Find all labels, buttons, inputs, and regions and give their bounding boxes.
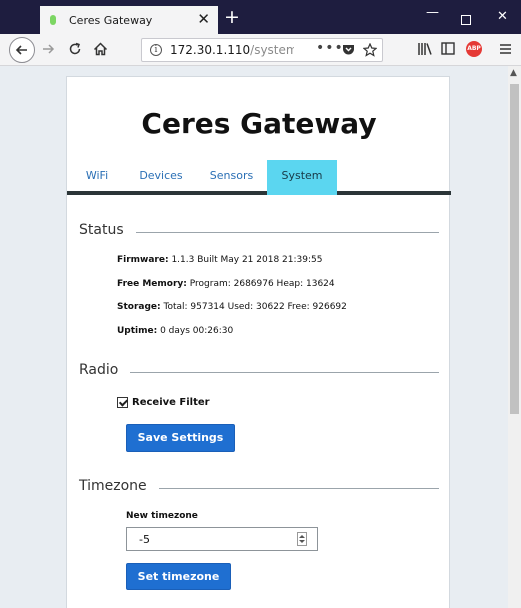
scroll-up-icon[interactable]: ▲ xyxy=(510,68,517,78)
memory-info: Free Memory: Program: 2686976 Heap: 1362… xyxy=(117,279,335,289)
spin-up-icon[interactable] xyxy=(299,535,305,538)
timezone-section: Timezone xyxy=(79,478,439,498)
browser-tab-title: Ceres Gateway xyxy=(69,13,153,27)
radio-section-title: Radio xyxy=(79,362,131,378)
firmware-label: Firmware: xyxy=(117,255,169,265)
status-section-title: Status xyxy=(79,222,136,238)
close-tab-icon[interactable]: ✕ xyxy=(197,10,210,28)
receive-filter-label: Receive Filter xyxy=(132,397,210,408)
maximize-window-icon[interactable] xyxy=(461,15,471,25)
uptime-value: 0 days 00:26:30 xyxy=(157,326,234,336)
home-icon[interactable] xyxy=(93,42,108,56)
page-title: Ceres Gateway xyxy=(141,107,377,140)
tab-wifi[interactable]: WiFi xyxy=(77,160,117,195)
new-tab-icon[interactable]: + xyxy=(224,8,240,27)
uptime-label: Uptime: xyxy=(117,326,158,336)
uptime-info: Uptime: 0 days 00:26:30 xyxy=(117,326,233,336)
browser-tab[interactable]: Ceres Gateway ✕ xyxy=(40,6,218,34)
forward-arrow-icon[interactable] xyxy=(41,42,55,56)
save-settings-button[interactable]: Save Settings xyxy=(126,424,235,452)
receive-filter-checkbox[interactable] xyxy=(117,397,128,408)
memory-label: Free Memory: xyxy=(117,279,187,289)
tab-sensors[interactable]: Sensors xyxy=(208,160,255,195)
radio-section: Radio xyxy=(79,362,439,382)
page-tab-bar: WiFi Devices Sensors System xyxy=(67,160,451,195)
set-timezone-button[interactable]: Set timezone xyxy=(126,563,231,590)
tab-system[interactable]: System xyxy=(267,160,337,195)
favicon-icon xyxy=(50,15,56,25)
tab-devices[interactable]: Devices xyxy=(137,160,185,195)
vertical-scrollbar[interactable]: ▲ xyxy=(508,66,521,608)
hamburger-menu-icon[interactable] xyxy=(499,43,512,55)
number-spinner-icon[interactable] xyxy=(297,532,307,546)
page-actions-icon[interactable]: ••• xyxy=(316,40,344,56)
url-path: /system.htm xyxy=(250,43,294,57)
reload-icon[interactable] xyxy=(68,42,82,56)
close-window-icon[interactable]: ✕ xyxy=(497,10,508,24)
timezone-section-header: Timezone xyxy=(79,478,439,498)
status-section: Status xyxy=(79,222,439,242)
page-viewport: Ceres Gateway WiFi Devices Sensors Syste… xyxy=(0,66,508,608)
address-bar[interactable]: i 172.30.1.110/system.htm ••• xyxy=(141,38,383,62)
pocket-icon[interactable] xyxy=(342,44,355,56)
browser-tab-bar: Ceres Gateway ✕ + — ✕ xyxy=(0,0,521,34)
radio-section-header: Radio xyxy=(79,362,439,382)
firmware-value: 1.1.3 Built May 21 2018 21:39:55 xyxy=(168,255,323,265)
gateway-card: Ceres Gateway WiFi Devices Sensors Syste… xyxy=(66,76,451,608)
storage-value: Total: 957314 Used: 30622 Free: 926692 xyxy=(160,302,347,312)
firmware-info: Firmware: 1.1.3 Built May 21 2018 21:39:… xyxy=(117,255,322,265)
storage-label: Storage: xyxy=(117,302,161,312)
adblock-icon[interactable]: ABP xyxy=(466,41,482,57)
spin-down-icon[interactable] xyxy=(299,540,305,543)
storage-info: Storage: Total: 957314 Used: 30622 Free:… xyxy=(117,302,347,312)
minimize-window-icon[interactable]: — xyxy=(426,6,439,20)
memory-value: Program: 2686976 Heap: 13624 xyxy=(186,279,335,289)
site-info-icon[interactable]: i xyxy=(150,44,162,56)
status-section-header: Status xyxy=(79,222,439,242)
timezone-value: -5 xyxy=(139,533,150,546)
sidebar-icon[interactable] xyxy=(441,42,455,55)
scrollbar-thumb[interactable] xyxy=(510,84,519,414)
url-text: 172.30.1.110/system.htm xyxy=(170,43,294,57)
url-host: 172.30.1.110 xyxy=(170,43,251,57)
library-icon[interactable] xyxy=(417,42,433,56)
new-timezone-label: New timezone xyxy=(126,511,198,521)
receive-filter-option[interactable]: Receive Filter xyxy=(117,397,210,408)
back-arrow-icon xyxy=(15,45,27,55)
timezone-section-title: Timezone xyxy=(79,478,159,494)
section-divider xyxy=(79,372,439,373)
bookmark-star-icon[interactable] xyxy=(363,43,377,57)
back-button[interactable] xyxy=(9,37,35,63)
timezone-input[interactable]: -5 xyxy=(126,527,318,551)
